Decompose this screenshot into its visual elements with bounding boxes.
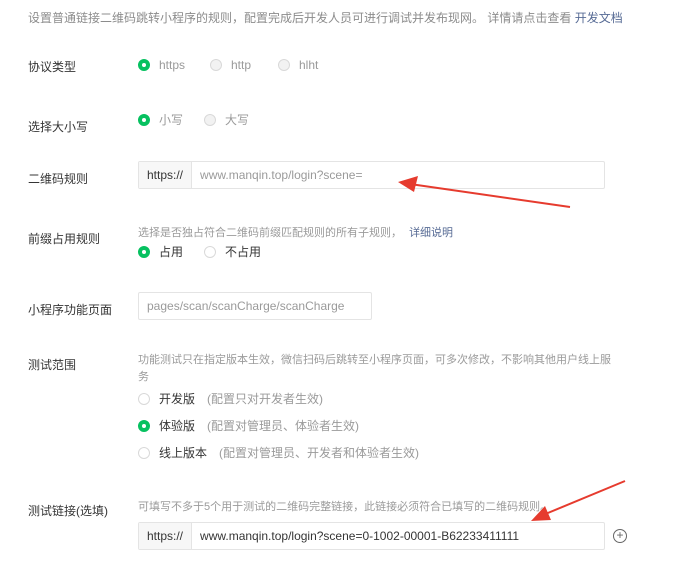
- annotation-arrows: [398, 176, 626, 521]
- arrow-icon: [531, 480, 626, 521]
- arrow-icon: [398, 176, 571, 208]
